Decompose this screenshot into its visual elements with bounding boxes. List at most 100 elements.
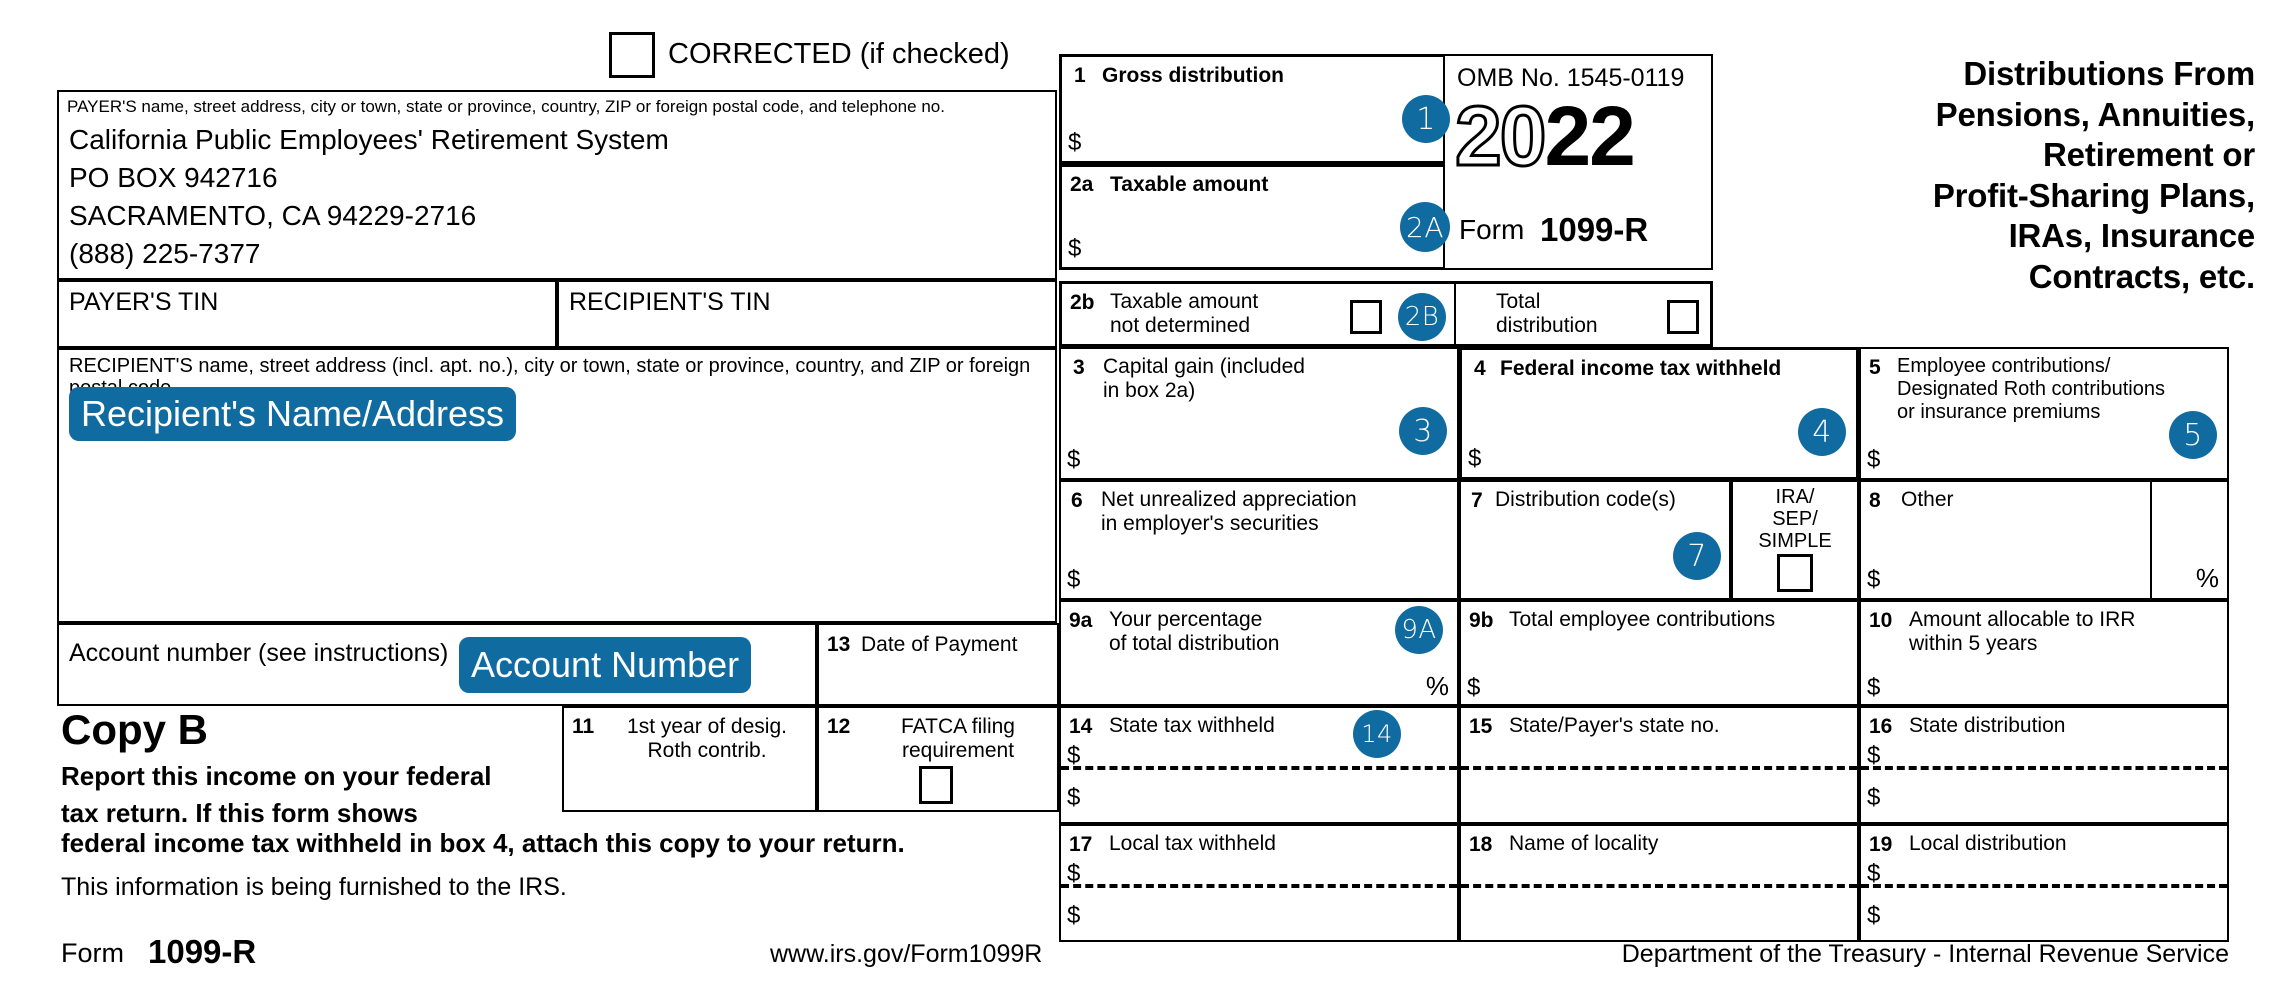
box-2a-number: 2a: [1070, 173, 1094, 196]
box-2b-checkbox[interactable]: [1350, 300, 1382, 334]
box-2b-divider: [1454, 284, 1456, 344]
footer-form-number: 1099-R: [148, 933, 257, 970]
box-4-dollar-sign: $: [1468, 445, 1482, 472]
box-5-badge: 5: [2169, 411, 2217, 459]
form-title-line: Profit-Sharing Plans,: [1932, 176, 2255, 214]
form-title-line: Contracts, etc.: [2028, 257, 2255, 295]
box-10-amount-allocable-to-irr[interactable]: 10 Amount allocable to IRR within 5 year…: [1859, 600, 2229, 706]
account-number-box[interactable]: Account number (see instructions) Accoun…: [57, 623, 817, 706]
box-16-state-distribution[interactable]: 16 State distribution $ $: [1859, 706, 2229, 824]
box-15-dashed-separator: [1461, 766, 1857, 770]
box-8-number: 8: [1869, 489, 1881, 512]
box-9b-caption: Total employee contributions: [1509, 608, 1776, 631]
recipient-tin-box[interactable]: RECIPIENT'S TIN: [557, 280, 1057, 348]
box-6-net-unrealized-appreciation[interactable]: 6 Net unrealized appreciation in employe…: [1059, 480, 1459, 600]
box-2a-caption: Taxable amount: [1110, 173, 1269, 196]
box-12-caption: FATCA filing requirement: [863, 715, 1053, 763]
payer-tin-box[interactable]: PAYER'S TIN: [57, 280, 557, 348]
box-4-federal-income-tax-withheld[interactable]: 4 Federal income tax withheld $ 4: [1459, 347, 1859, 480]
box-2b-caption: Taxable amount not determined: [1110, 290, 1258, 338]
box-4-number: 4: [1474, 357, 1486, 380]
tax-year: 20 22: [1453, 88, 1635, 185]
tax-year-second-half: 22: [1544, 89, 1635, 183]
box-6-dollar-sign: $: [1067, 566, 1081, 593]
box-8-percent-sign: %: [2195, 563, 2219, 593]
box-2b-row: 2b Taxable amount not determined 2B Tota…: [1059, 281, 1713, 347]
box-9b-dollar-sign: $: [1467, 674, 1481, 701]
box-13-date-of-payment[interactable]: 13 Date of Payment: [817, 623, 1059, 706]
payer-address-line-2: SACRAMENTO, CA 94229-2716: [69, 200, 477, 231]
box-9a-caption: Your percentage of total distribution: [1109, 608, 1279, 656]
total-distribution-line-1: Total: [1496, 290, 1541, 313]
box-14-dollar-sign-1: $: [1067, 742, 1081, 769]
recipient-name-address-chip[interactable]: Recipient's Name/Address: [69, 387, 517, 441]
box-19-dollar-sign-1: $: [1867, 860, 1881, 887]
box-14-number: 14: [1069, 715, 1093, 738]
box-7-distribution-codes[interactable]: 7 Distribution code(s) 7: [1459, 480, 1731, 600]
box-6-caption: Net unrealized appreciation in employer'…: [1101, 488, 1357, 536]
box-15-state-payer-state-no[interactable]: 15 State/Payer's state no.: [1459, 706, 1859, 824]
irs-url[interactable]: www.irs.gov/Form1099R: [770, 940, 1042, 969]
ira-sep-simple-box[interactable]: IRA/ SEP/ SIMPLE: [1731, 480, 1859, 600]
corrected-checkbox[interactable]: [609, 32, 655, 78]
account-number-caption: Account number (see instructions): [69, 639, 449, 667]
recipient-box[interactable]: RECIPIENT'S name, street address (incl. …: [57, 348, 1057, 623]
box-10-dollar-sign: $: [1867, 674, 1881, 701]
recipient-tin-label: RECIPIENT'S TIN: [569, 288, 771, 316]
omb-year-box: OMB No. 1545-0119 20 22 Form 1099-R: [1443, 54, 1713, 270]
box-12-caption-line-1: FATCA filing: [901, 715, 1015, 738]
box-17-dashed-separator: [1061, 884, 1457, 888]
box-14-state-tax-withheld[interactable]: 14 State tax withheld 14 $ $: [1059, 706, 1459, 824]
form-number: 1099-R: [1540, 211, 1649, 248]
box-17-local-tax-withheld[interactable]: 17 Local tax withheld $ $: [1059, 824, 1459, 942]
box-2a-taxable-amount[interactable]: 2a Taxable amount $ 2A: [1059, 164, 1459, 270]
box-18-number: 18: [1469, 833, 1493, 856]
box-2a-dollar-sign: $: [1068, 235, 1082, 262]
box-6-number: 6: [1071, 489, 1083, 512]
box-16-number: 16: [1869, 715, 1893, 738]
box-2b-number: 2b: [1070, 291, 1095, 314]
box-4-badge: 4: [1798, 408, 1846, 456]
box-14-dollar-sign-2: $: [1067, 784, 1081, 811]
box-18-caption: Name of locality: [1509, 832, 1659, 855]
total-distribution-line-2: distribution: [1496, 313, 1598, 337]
box-11-first-year-roth[interactable]: 11 1st year of desig. Roth contrib.: [562, 706, 817, 812]
box-10-caption-line-2: within 5 years: [1909, 631, 2038, 655]
form-title-line: IRAs, Insurance: [2008, 217, 2256, 255]
box-1-dollar-sign: $: [1068, 129, 1082, 156]
box-9a-percent-sign: %: [1425, 671, 1449, 701]
box-19-local-distribution[interactable]: 19 Local distribution $ $: [1859, 824, 2229, 942]
box-2b-caption-line-2: not determined: [1110, 313, 1251, 337]
box-10-caption: Amount allocable to IRR within 5 years: [1909, 608, 2135, 656]
corrected-label: CORRECTED (if checked): [668, 38, 1010, 70]
total-distribution-checkbox[interactable]: [1667, 300, 1699, 334]
ira-sep-simple-checkbox[interactable]: [1777, 554, 1813, 592]
box-10-caption-line-1: Amount allocable to IRR: [1909, 608, 2136, 631]
box-12-checkbox[interactable]: [919, 766, 953, 804]
account-number-chip[interactable]: Account Number: [459, 637, 752, 693]
box-12-fatca-filing-requirement[interactable]: 12 FATCA filing requirement: [817, 706, 1059, 812]
box-3-capital-gain[interactable]: 3 Capital gain (included in box 2a) $ 3: [1059, 347, 1459, 480]
box-18-name-of-locality[interactable]: 18 Name of locality: [1459, 824, 1859, 942]
box-17-caption: Local tax withheld: [1109, 832, 1276, 855]
total-distribution-caption: Total distribution: [1496, 290, 1598, 338]
form-title-line: Distributions From: [1963, 55, 2255, 92]
box-7-caption: Distribution code(s): [1495, 488, 1676, 511]
box-13-number: 13: [827, 633, 851, 656]
box-2b-caption-line-1: Taxable amount: [1110, 290, 1259, 313]
box-3-dollar-sign: $: [1067, 446, 1081, 473]
box-1-gross-distribution[interactable]: 1 Gross distribution $ 1: [1059, 54, 1459, 164]
copy-b-line-2: tax return. If this form shows: [61, 798, 418, 828]
box-11-caption-line-2: Roth contrib.: [647, 738, 767, 762]
box-8-other[interactable]: 8 Other $ %: [1859, 480, 2229, 600]
box-16-caption: State distribution: [1909, 714, 2066, 737]
box-11-caption: 1st year of desig. Roth contrib.: [602, 715, 812, 763]
box-5-employee-contributions[interactable]: 5 Employee contributions/ Designated Rot…: [1859, 347, 2229, 480]
box-11-caption-line-1: 1st year of desig.: [627, 715, 787, 738]
box-9b-total-employee-contributions[interactable]: 9b Total employee contributions $: [1459, 600, 1859, 706]
box-12-caption-line-2: requirement: [901, 738, 1015, 762]
box-3-badge: 3: [1399, 407, 1447, 455]
box-9a-your-percentage[interactable]: 9a Your percentage of total distribution…: [1059, 600, 1459, 706]
box-9b-number: 9b: [1469, 609, 1494, 632]
box-4-caption: Federal income tax withheld: [1500, 357, 1782, 380]
